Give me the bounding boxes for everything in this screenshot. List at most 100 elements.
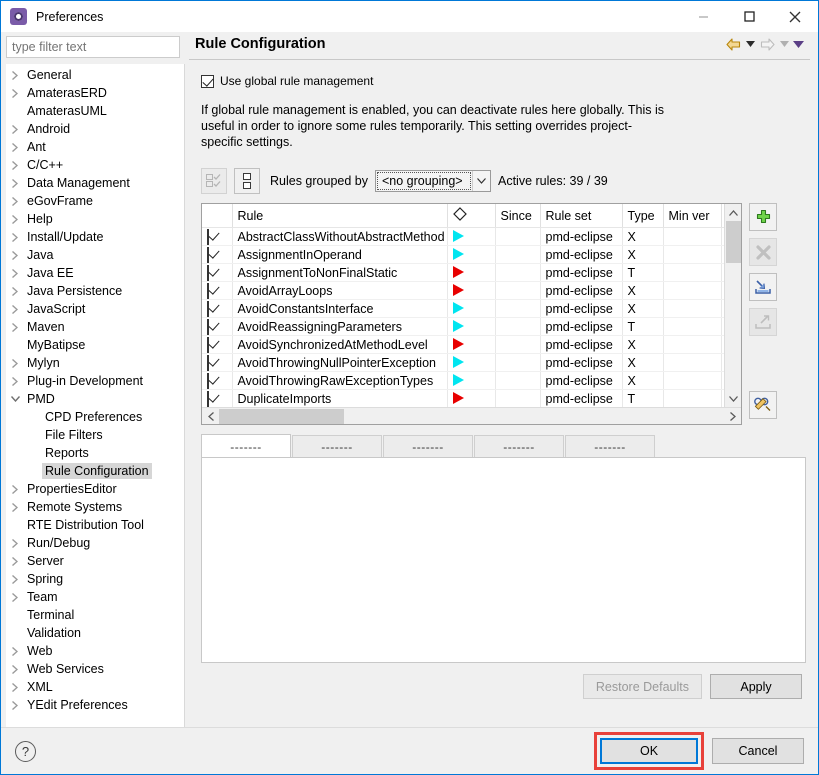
chevron-right-icon[interactable] <box>6 179 24 188</box>
rule-enabled-checkbox[interactable] <box>202 228 232 246</box>
rules-table-header[interactable]: RuleSinceRule setTypeMin verM <box>202 204 741 228</box>
chevron-right-icon[interactable] <box>6 269 24 278</box>
sidebar-item-mybatipse[interactable]: MyBatipse <box>6 336 184 354</box>
chevron-right-icon[interactable] <box>6 89 24 98</box>
chevron-down-icon[interactable] <box>472 171 490 191</box>
sidebar-item-terminal[interactable]: Terminal <box>6 606 184 624</box>
sidebar-item-run-debug[interactable]: Run/Debug <box>6 534 184 552</box>
scroll-right-icon[interactable] <box>724 408 741 425</box>
sidebar-item-android[interactable]: Android <box>6 120 184 138</box>
table-row[interactable]: AvoidConstantsInterfacepmd-eclipseX <box>202 300 741 318</box>
sidebar-item-general[interactable]: General <box>6 66 184 84</box>
sidebar-item-java[interactable]: Java <box>6 246 184 264</box>
edit-rule-button[interactable] <box>749 391 777 419</box>
rule-enabled-checkbox[interactable] <box>202 318 232 336</box>
rule-enabled-checkbox[interactable] <box>202 390 232 408</box>
sidebar-item-plug-in-development[interactable]: Plug-in Development <box>6 372 184 390</box>
rules-grouped-by-select[interactable]: <no grouping> <box>375 170 491 192</box>
sidebar-item-data-management[interactable]: Data Management <box>6 174 184 192</box>
tab-strip[interactable]: ----------------------------------- <box>201 434 806 458</box>
chevron-right-icon[interactable] <box>6 287 24 296</box>
scroll-up-icon[interactable] <box>725 204 742 221</box>
column-header-since[interactable]: Since <box>495 204 540 228</box>
sidebar-item-ant[interactable]: Ant <box>6 138 184 156</box>
sidebar-item-web-services[interactable]: Web Services <box>6 660 184 678</box>
sidebar-item-reports[interactable]: Reports <box>6 444 184 462</box>
add-rule-button[interactable] <box>749 203 777 231</box>
collapse-expand-icon[interactable] <box>234 168 260 194</box>
chevron-right-icon[interactable] <box>6 665 24 674</box>
table-row[interactable]: AvoidThrowingRawExceptionTypespmd-eclips… <box>202 372 741 390</box>
chevron-down-icon[interactable] <box>6 396 24 402</box>
chevron-right-icon[interactable] <box>6 557 24 566</box>
sidebar-item-javascript[interactable]: JavaScript <box>6 300 184 318</box>
column-header-type[interactable]: Type <box>622 204 663 228</box>
chevron-right-icon[interactable] <box>6 233 24 242</box>
rule-enabled-checkbox[interactable] <box>202 372 232 390</box>
chevron-right-icon[interactable] <box>6 71 24 80</box>
sidebar-item-install-update[interactable]: Install/Update <box>6 228 184 246</box>
rules-table[interactable]: RuleSinceRule setTypeMin verM AbstractCl… <box>201 203 742 425</box>
filter-input[interactable] <box>6 36 180 58</box>
back-history-chevron-down-icon[interactable] <box>745 37 756 51</box>
help-question-icon[interactable]: ? <box>15 741 36 762</box>
sidebar-item-pmd[interactable]: PMD <box>6 390 184 408</box>
rule-enabled-checkbox[interactable] <box>202 300 232 318</box>
maximize-button[interactable] <box>726 1 772 32</box>
sidebar-item-spring[interactable]: Spring <box>6 570 184 588</box>
chevron-right-icon[interactable] <box>6 593 24 602</box>
chevron-right-icon[interactable] <box>6 323 24 332</box>
sidebar-item-file-filters[interactable]: File Filters <box>6 426 184 444</box>
chevron-right-icon[interactable] <box>6 503 24 512</box>
chevron-right-icon[interactable] <box>6 539 24 548</box>
rule-enabled-checkbox[interactable] <box>202 282 232 300</box>
cancel-button[interactable]: Cancel <box>712 738 804 764</box>
chevron-right-icon[interactable] <box>6 683 24 692</box>
chevron-right-icon[interactable] <box>6 215 24 224</box>
chevron-right-icon[interactable] <box>6 377 24 386</box>
close-button[interactable] <box>772 1 818 32</box>
column-header-checkbox[interactable] <box>202 204 232 228</box>
scroll-down-icon[interactable] <box>725 390 742 407</box>
tab-3[interactable]: ------- <box>474 435 564 458</box>
back-arrow-icon[interactable] <box>725 37 742 52</box>
horizontal-scrollbar-thumb[interactable] <box>219 409 344 424</box>
sidebar-item-yedit-preferences[interactable]: YEdit Preferences <box>6 696 184 714</box>
table-row[interactable]: AvoidReassigningParameterspmd-eclipseT <box>202 318 741 336</box>
sidebar-item-remote-systems[interactable]: Remote Systems <box>6 498 184 516</box>
ok-button[interactable]: OK <box>600 738 698 764</box>
sidebar-item-propertieseditor[interactable]: PropertiesEditor <box>6 480 184 498</box>
table-row[interactable]: AssignmentToNonFinalStaticpmd-eclipseT <box>202 264 741 282</box>
table-row[interactable]: AvoidThrowingNullPointerExceptionpmd-ecl… <box>202 354 741 372</box>
sidebar-item-c-c[interactable]: C/C++ <box>6 156 184 174</box>
chevron-right-icon[interactable] <box>6 485 24 494</box>
rule-enabled-checkbox[interactable] <box>202 336 232 354</box>
sidebar-item-server[interactable]: Server <box>6 552 184 570</box>
table-row[interactable]: DuplicateImportspmd-eclipseT <box>202 390 741 408</box>
sidebar-item-web[interactable]: Web <box>6 642 184 660</box>
tab-2[interactable]: ------- <box>383 435 473 458</box>
column-header-min-ver[interactable]: Min ver <box>663 204 721 228</box>
chevron-right-icon[interactable] <box>6 161 24 170</box>
chevron-right-icon[interactable] <box>6 143 24 152</box>
vertical-scrollbar[interactable] <box>724 204 741 407</box>
table-row[interactable]: AbstractClassWithoutAbstractMethodpmd-ec… <box>202 228 741 246</box>
chevron-right-icon[interactable] <box>6 251 24 260</box>
tab-0[interactable]: ------- <box>201 434 291 458</box>
column-header-rule[interactable]: Rule <box>232 204 447 228</box>
rules-table-body[interactable]: AbstractClassWithoutAbstractMethodpmd-ec… <box>202 228 741 408</box>
sidebar-item-java-persistence[interactable]: Java Persistence <box>6 282 184 300</box>
horizontal-scrollbar[interactable] <box>202 407 741 424</box>
tab-4[interactable]: ------- <box>565 435 655 458</box>
import-ruleset-button[interactable] <box>749 273 777 301</box>
sidebar-item-egovframe[interactable]: eGovFrame <box>6 192 184 210</box>
sidebar-item-mylyn[interactable]: Mylyn <box>6 354 184 372</box>
apply-button[interactable]: Apply <box>710 674 802 699</box>
tab-1[interactable]: ------- <box>292 435 382 458</box>
preferences-tree[interactable]: GeneralAmaterasERDAmaterasUMLAndroidAntC… <box>6 64 185 727</box>
column-header-priority[interactable] <box>447 204 495 228</box>
sidebar-item-cpd-preferences[interactable]: CPD Preferences <box>6 408 184 426</box>
sidebar-item-xml[interactable]: XML <box>6 678 184 696</box>
rule-enabled-checkbox[interactable] <box>202 354 232 372</box>
rule-enabled-checkbox[interactable] <box>202 246 232 264</box>
